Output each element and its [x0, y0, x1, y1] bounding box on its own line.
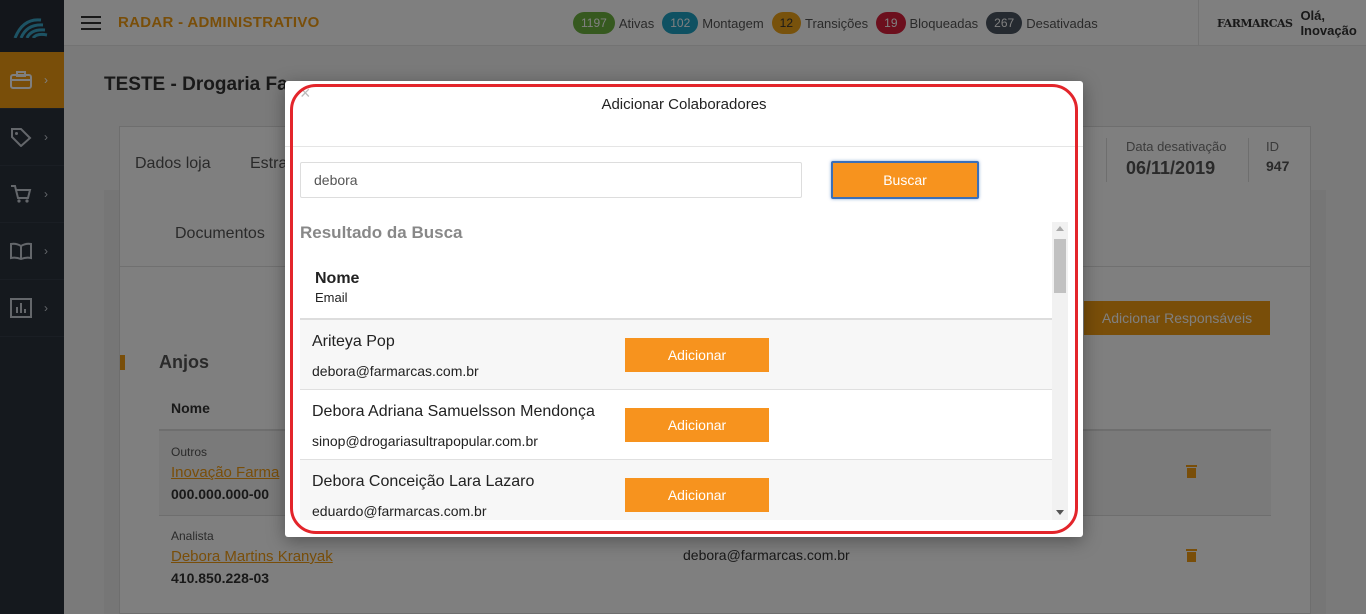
modal-title: Adicionar Colaboradores [601, 96, 767, 113]
results-scrollbar[interactable] [1052, 222, 1068, 520]
result-email: sinop@drogariasultrapopular.com.br [312, 433, 538, 449]
search-button[interactable]: Buscar [831, 161, 979, 199]
results-heading: Resultado da Busca [300, 223, 463, 242]
add-collaborator-button[interactable]: Adicionar [625, 478, 769, 512]
column-header-email: Email [315, 290, 348, 305]
column-header-name: Nome [315, 270, 360, 287]
divider [285, 146, 1083, 147]
scroll-thumb[interactable] [1054, 239, 1066, 293]
list-item: Ariteya Pop debora@farmarcas.com.br Adic… [300, 320, 1052, 390]
add-collaborators-modal: × Adicionar Colaboradores Buscar Resulta… [285, 81, 1083, 537]
scroll-down-arrow-icon[interactable] [1056, 510, 1064, 515]
result-name: Debora Conceição Lara Lazaro [312, 473, 535, 490]
add-collaborator-button[interactable]: Adicionar [625, 408, 769, 442]
search-input[interactable] [300, 162, 802, 198]
result-name: Ariteya Pop [312, 333, 395, 350]
result-email: eduardo@farmarcas.com.br [312, 503, 487, 519]
list-item: Debora Conceição Lara Lazaro eduardo@far… [300, 460, 1052, 520]
add-collaborator-button[interactable]: Adicionar [625, 338, 769, 372]
results-list: Ariteya Pop debora@farmarcas.com.br Adic… [300, 318, 1052, 520]
result-email: debora@farmarcas.com.br [312, 363, 479, 379]
list-item: Debora Adriana Samuelsson Mendonça sinop… [300, 390, 1052, 460]
scroll-up-arrow-icon[interactable] [1056, 226, 1064, 231]
result-name: Debora Adriana Samuelsson Mendonça [312, 403, 595, 420]
